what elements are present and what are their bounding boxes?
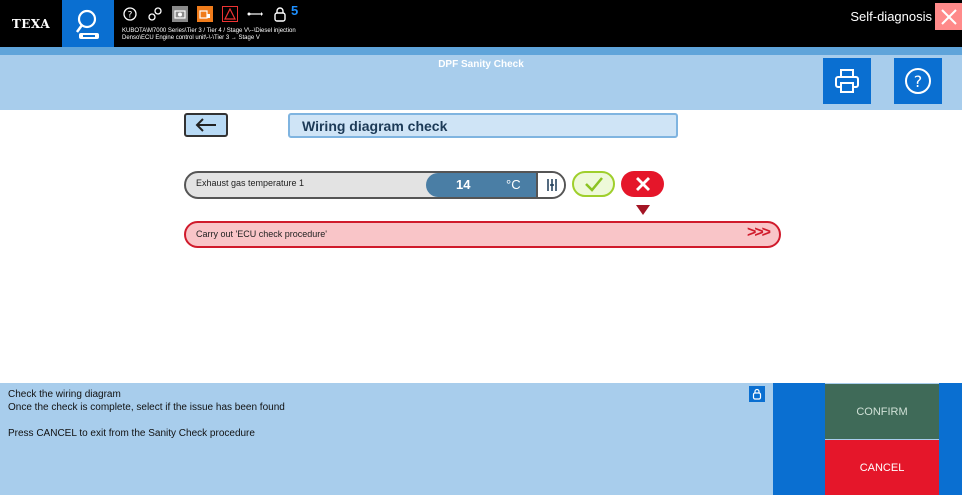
bottom-panel: Check the wiring diagram Once the check … bbox=[0, 383, 962, 495]
back-button[interactable] bbox=[184, 113, 228, 137]
instructions: Check the wiring diagram Once the check … bbox=[8, 388, 285, 440]
parameter-row: Exhaust gas temperature 1 14 °C bbox=[184, 171, 566, 199]
issue-found-button[interactable] bbox=[621, 171, 664, 197]
svg-text:?: ? bbox=[914, 72, 923, 91]
vehicle-path-line2: Denso\ECU Engine control unit\-\-\Tier 3… bbox=[122, 35, 260, 41]
instruction-line: Once the check is complete, select if th… bbox=[8, 402, 285, 413]
result-arrow-icon bbox=[636, 205, 650, 215]
action-row[interactable]: Carry out 'ECU check procedure' >>> bbox=[184, 221, 781, 248]
connection-icon[interactable] bbox=[147, 6, 163, 22]
usb-icon[interactable] bbox=[247, 6, 263, 22]
status-icons: ? 5 bbox=[122, 2, 299, 24]
close-button[interactable] bbox=[935, 3, 962, 30]
side-spacer-right bbox=[939, 383, 962, 495]
lock-icon[interactable] bbox=[749, 386, 765, 402]
lock-count-badge: 5 bbox=[291, 2, 299, 18]
print-icon bbox=[835, 69, 859, 93]
vehicle-path-line1: KUBOTA\M7000 Series\Tier 3 / Tier 4 / St… bbox=[122, 28, 296, 34]
help-icon[interactable]: ? bbox=[122, 6, 138, 22]
parameter-value: 14 bbox=[456, 177, 471, 192]
texa-logo: TEXA bbox=[0, 0, 62, 47]
confirm-button[interactable]: CONFIRM bbox=[825, 384, 939, 439]
cross-icon bbox=[635, 177, 650, 191]
help-button[interactable]: ? bbox=[894, 58, 942, 104]
close-icon bbox=[940, 8, 957, 25]
search-vehicle-icon bbox=[75, 9, 99, 39]
instruction-line: Check the wiring diagram bbox=[8, 389, 121, 400]
warning-icon[interactable] bbox=[222, 6, 238, 22]
section-title: Wiring diagram check bbox=[288, 113, 678, 138]
parameter-value-box: 14 °C bbox=[426, 173, 536, 197]
issue-not-found-button[interactable] bbox=[572, 171, 615, 197]
range-icon bbox=[547, 179, 557, 191]
mode-label: Self-diagnosis bbox=[850, 9, 932, 24]
top-bar: TEXA ? 5 KUBOTA\M7000 Series\Tier 3 / Ti… bbox=[0, 0, 962, 47]
page-title: DPF Sanity Check bbox=[438, 59, 524, 70]
diagnosis-search-button[interactable] bbox=[62, 0, 114, 47]
vehicle-icon[interactable] bbox=[197, 6, 213, 22]
parameter-unit: °C bbox=[506, 177, 521, 192]
svg-text:?: ? bbox=[128, 11, 133, 21]
action-label: Carry out 'ECU check procedure' bbox=[196, 229, 327, 239]
back-arrow-icon bbox=[195, 118, 216, 132]
chevrons-right-icon: >>> bbox=[746, 224, 771, 241]
parameter-label: Exhaust gas temperature 1 bbox=[196, 178, 305, 188]
camera-icon[interactable] bbox=[172, 6, 188, 22]
help-icon: ? bbox=[905, 68, 931, 94]
check-icon bbox=[584, 177, 603, 192]
vehicle-path: KUBOTA\M7000 Series\Tier 3 / Tier 4 / St… bbox=[122, 28, 296, 42]
lock-icon[interactable] bbox=[272, 6, 288, 22]
cancel-button[interactable]: CANCEL bbox=[825, 440, 939, 495]
instruction-line: Press CANCEL to exit from the Sanity Che… bbox=[8, 428, 255, 439]
print-button[interactable] bbox=[823, 58, 871, 104]
side-spacer bbox=[773, 383, 825, 495]
title-bar: DPF Sanity Check ? bbox=[0, 47, 962, 110]
parameter-details-button[interactable] bbox=[536, 173, 564, 197]
